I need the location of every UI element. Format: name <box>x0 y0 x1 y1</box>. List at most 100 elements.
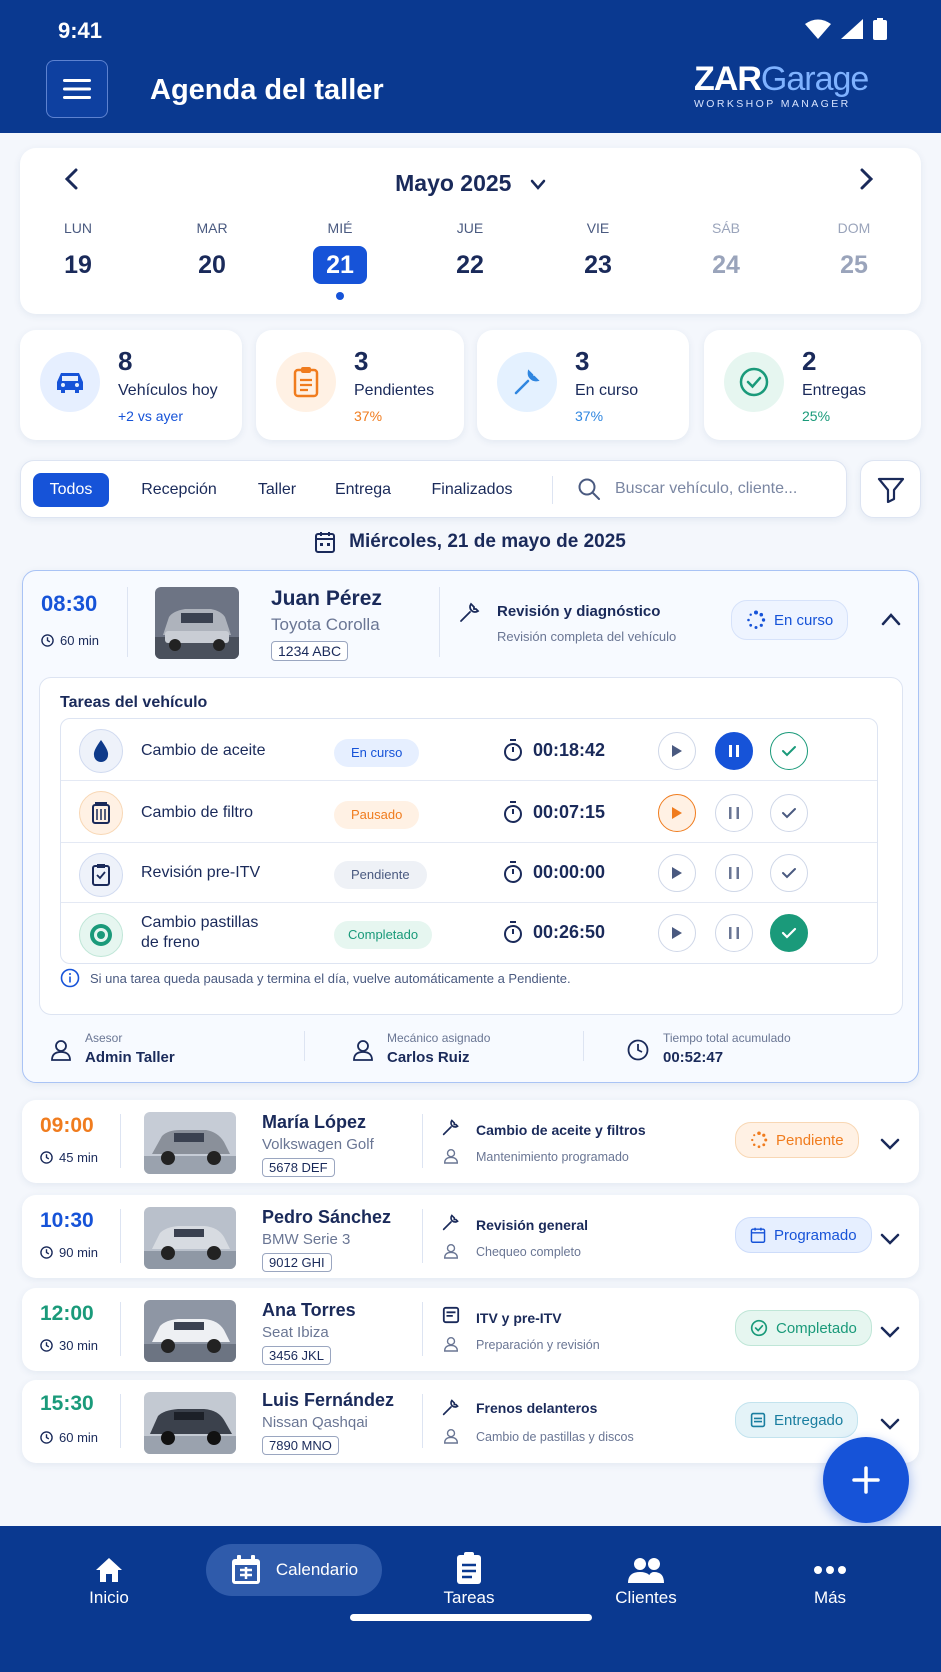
appointment-card[interactable]: 09:00 45 min María López Volkswagen Golf… <box>22 1100 919 1183</box>
bottom-navigation: Inicio Calendario Tareas Clientes Más <box>0 1526 941 1672</box>
home-icon <box>96 1558 122 1582</box>
clock-icon <box>627 1039 649 1061</box>
task-complete-button[interactable] <box>770 794 808 832</box>
menu-button[interactable] <box>46 60 108 118</box>
stat-number: 3 <box>575 346 590 376</box>
day-sunday[interactable]: DOM 25 <box>819 220 889 284</box>
play-icon <box>672 807 682 819</box>
clipboard-icon <box>457 1552 481 1584</box>
task-state: En curso <box>334 739 420 767</box>
service-subtitle: Preparación y revisión <box>476 1338 600 1352</box>
users-icon <box>628 1558 664 1583</box>
task-pause-button[interactable] <box>715 794 753 832</box>
task-timer: 00:00:00 <box>503 861 605 883</box>
vehicle-model: BMW Serie 3 <box>262 1231 351 1248</box>
chevron-down-icon <box>880 1326 900 1338</box>
mechanic-info: Mecánico asignado Carlos Ruiz <box>353 1031 490 1066</box>
tab-finalizados[interactable]: Finalizados <box>423 473 521 507</box>
license-plate: 1234 ABC <box>271 641 349 661</box>
logo-text-garage: Garage <box>760 60 869 98</box>
stopwatch-icon <box>504 801 522 823</box>
task-pause-button[interactable] <box>715 914 753 952</box>
task-play-button[interactable] <box>658 914 696 952</box>
license-plate: 3456 JKL <box>262 1346 331 1365</box>
nav-label: Tareas <box>443 1588 495 1607</box>
service-title: Revisión y diagnóstico <box>497 603 661 620</box>
service-subtitle: Mantenimiento programado <box>476 1150 629 1164</box>
add-appointment-button[interactable] <box>823 1437 909 1523</box>
stat-number: 2 <box>802 346 817 376</box>
nav-item-clientes[interactable]: Clientes <box>586 1552 706 1608</box>
nav-item-mas[interactable]: Más <box>770 1552 890 1608</box>
stat-card-deliveries[interactable]: 2 Entregas 25% <box>704 330 921 440</box>
stopwatch-icon <box>504 921 522 943</box>
info-icon <box>60 968 80 988</box>
appointment-card-expanded[interactable]: 08:30 60 min Juan Pérez Toyota Corolla 1… <box>22 570 919 1083</box>
check-icon <box>782 746 796 757</box>
play-icon <box>672 867 682 879</box>
day-friday[interactable]: VIE 23 <box>563 220 633 284</box>
tab-entrega[interactable]: Entrega <box>327 473 399 507</box>
nav-label: Más <box>813 1588 847 1607</box>
logo-text-zar: ZAR <box>694 60 762 98</box>
task-complete-button[interactable] <box>770 914 808 952</box>
stat-card-in-progress[interactable]: 3 En curso 37% <box>477 330 689 440</box>
divider <box>120 1302 121 1356</box>
task-play-button[interactable] <box>658 854 696 892</box>
wifi-icon <box>805 19 831 39</box>
task-pause-button[interactable] <box>715 854 753 892</box>
task-info-note: Si una tarea queda pausada y termina el … <box>60 968 571 988</box>
filter-button[interactable] <box>860 460 921 518</box>
nav-item-calendario[interactable]: Calendario <box>206 1544 382 1596</box>
vehicle-model: Toyota Corolla <box>271 615 380 634</box>
next-week-button[interactable] <box>860 168 874 194</box>
day-wednesday-selected[interactable]: MIÉ 21 <box>305 220 375 284</box>
tab-taller[interactable]: Taller <box>249 473 305 507</box>
status-text: Completado <box>776 1319 857 1337</box>
appointment-card[interactable]: 10:30 90 min Pedro Sánchez BMW Serie 3 9… <box>22 1195 919 1278</box>
tab-todos[interactable]: Todos <box>33 473 109 507</box>
expand-button[interactable] <box>880 1322 900 1345</box>
day-number: 25 <box>840 251 868 279</box>
chevron-right-icon <box>860 168 874 190</box>
nav-item-tareas[interactable]: Tareas <box>409 1552 529 1608</box>
day-monday[interactable]: LUN 19 <box>43 220 113 284</box>
day-thursday[interactable]: JUE 22 <box>435 220 505 284</box>
expand-button[interactable] <box>880 1229 900 1252</box>
task-pause-button[interactable] <box>715 732 753 770</box>
task-complete-button[interactable] <box>770 854 808 892</box>
task-play-button[interactable] <box>658 732 696 770</box>
day-tuesday[interactable]: MAR 20 <box>177 220 247 284</box>
vehicle-photo <box>144 1207 236 1269</box>
task-state: Pendiente <box>334 861 427 889</box>
month-selector[interactable]: Mayo 2025 <box>20 170 921 197</box>
stat-card-vehicles[interactable]: 8 Vehículos hoy +2 vs ayer <box>20 330 242 440</box>
service-title: Frenos delanteros <box>476 1400 598 1416</box>
day-number: 21 <box>313 246 367 284</box>
nav-item-inicio[interactable]: Inicio <box>49 1552 169 1608</box>
duration-text: 30 min <box>59 1338 99 1353</box>
search-input[interactable]: Buscar vehículo, cliente... <box>577 477 797 501</box>
status-time: 9:41 <box>58 18 103 43</box>
more-icon <box>814 1566 846 1574</box>
stat-card-pending[interactable]: 3 Pendientes 37% <box>256 330 464 440</box>
appointment-time: 15:30 <box>40 1392 94 1415</box>
task-name-line2: de freno <box>141 934 200 951</box>
task-state: Pausado <box>334 801 420 829</box>
expand-button[interactable] <box>880 1134 900 1157</box>
collapse-button[interactable] <box>881 609 901 632</box>
status-text: Entregado <box>774 1411 844 1429</box>
user-icon <box>444 1337 458 1352</box>
calendar-icon <box>315 532 336 553</box>
calendar-icon <box>750 1227 766 1243</box>
tab-recepcion[interactable]: Recepción <box>129 473 229 507</box>
task-complete-button[interactable] <box>770 732 808 770</box>
client-name: María López <box>262 1112 367 1132</box>
expand-button[interactable] <box>880 1414 900 1437</box>
user-icon <box>353 1040 373 1061</box>
selected-day-dot <box>336 292 344 300</box>
task-play-button[interactable] <box>658 794 696 832</box>
appointment-card[interactable]: 12:00 30 min Ana Torres Seat Ibiza 3456 … <box>22 1288 919 1371</box>
day-saturday[interactable]: SÁB 24 <box>691 220 761 284</box>
appointment-card[interactable]: 15:30 60 min Luis Fernández Nissan Qashq… <box>22 1380 919 1463</box>
